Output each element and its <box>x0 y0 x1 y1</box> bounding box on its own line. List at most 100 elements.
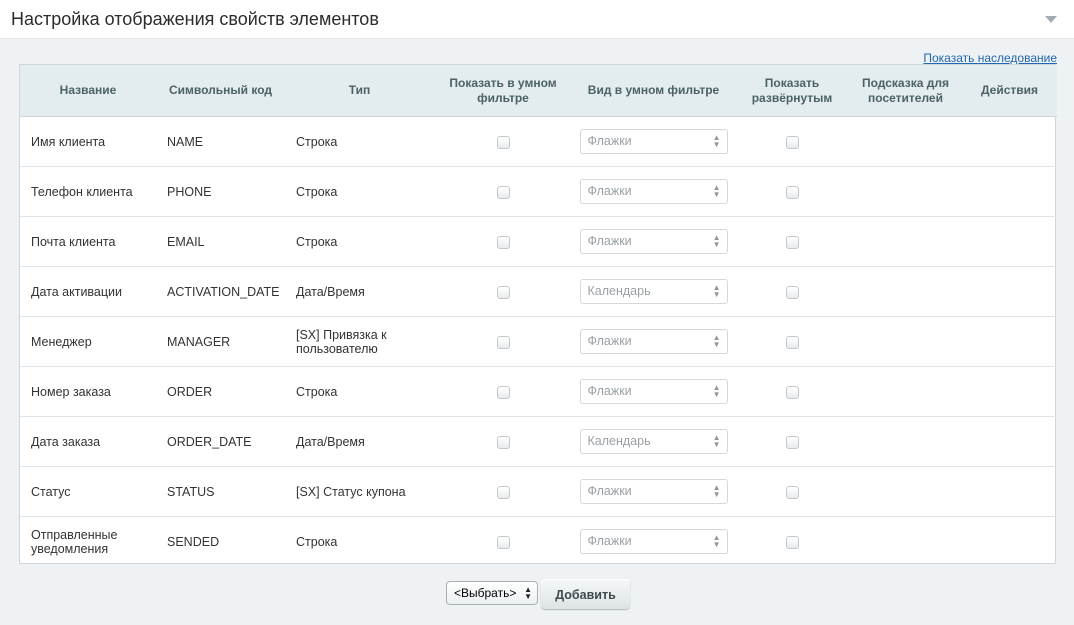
show-expanded-cell <box>735 216 849 267</box>
show-in-filter-checkbox[interactable] <box>496 535 510 549</box>
table-header-row: Название Символьный код Тип Показать в у… <box>20 65 1057 117</box>
filter-view-value: Флажки <box>587 234 632 248</box>
property-name: Статус <box>20 466 156 517</box>
property-type: Строка <box>285 366 434 417</box>
property-code: PHONE <box>156 166 285 217</box>
filter-view-value: Флажки <box>587 484 632 498</box>
hint-cell <box>849 416 962 467</box>
filter-view-select[interactable]: Флажки ▲ ▼ <box>579 229 728 254</box>
property-type: Строка <box>285 516 434 566</box>
show-in-filter-checkbox[interactable] <box>496 185 510 199</box>
actions-cell <box>962 416 1057 467</box>
property-type: Строка <box>285 166 434 217</box>
property-name: Менеджер <box>20 316 156 367</box>
show-in-filter-checkbox[interactable] <box>496 235 510 249</box>
show-in-filter-checkbox[interactable] <box>496 385 510 399</box>
property-type: Строка <box>285 216 434 267</box>
filter-view-select[interactable]: Флажки ▲ ▼ <box>579 129 728 154</box>
property-name: Имя клиента <box>31 134 106 149</box>
updown-arrows-icon: ▲ ▼ <box>524 585 532 601</box>
show-in-filter-cell <box>434 466 572 517</box>
filter-view-select[interactable]: Флажки ▲ ▼ <box>579 329 728 354</box>
filter-view-value: Флажки <box>587 384 632 398</box>
show-expanded-checkbox[interactable] <box>785 185 799 199</box>
filter-view-cell: Флажки ▲ ▼ <box>572 216 735 267</box>
show-expanded-checkbox[interactable] <box>785 485 799 499</box>
collapse-arrow-icon[interactable] <box>1045 16 1057 23</box>
show-in-filter-checkbox[interactable] <box>496 285 510 299</box>
show-in-filter-cell <box>434 117 572 167</box>
show-expanded-checkbox[interactable] <box>785 335 799 349</box>
filter-view-select[interactable]: Флажки ▲ ▼ <box>579 479 728 504</box>
property-name: Дата заказа <box>20 416 156 467</box>
filter-view-cell: Флажки ▲ ▼ <box>572 516 735 566</box>
actions-cell <box>962 166 1057 217</box>
filter-view-select[interactable]: Флажки ▲ ▼ <box>579 379 728 404</box>
table-row: Имя клиента NAME Строка Флажки ▲ ▼ <box>20 117 1057 167</box>
page-title: Настройка отображения свойств элементов <box>11 9 379 29</box>
show-in-filter-cell <box>434 366 572 417</box>
show-in-filter-checkbox[interactable] <box>496 435 510 449</box>
show-expanded-checkbox[interactable] <box>785 285 799 299</box>
column-header-actions: Действия <box>962 65 1057 117</box>
updown-arrows-icon: ▲ ▼ <box>712 183 721 199</box>
property-code: ACTIVATION_DATE <box>156 266 285 317</box>
show-in-filter-checkbox[interactable] <box>496 485 510 499</box>
properties-table: Название Символьный код Тип Показать в у… <box>19 64 1057 566</box>
property-code: MANAGER <box>156 316 285 367</box>
show-expanded-checkbox[interactable] <box>785 535 799 549</box>
filter-view-cell: Календарь ▲ ▼ <box>572 416 735 467</box>
show-expanded-checkbox[interactable] <box>785 135 799 149</box>
filter-view-select[interactable]: Календарь ▲ ▼ <box>579 279 728 304</box>
show-in-filter-cell <box>434 516 572 566</box>
show-inheritance-link[interactable]: Показать наследование <box>923 51 1057 65</box>
filter-view-value: Флажки <box>587 534 632 548</box>
actions-cell <box>962 516 1057 566</box>
property-name: Дата активации <box>20 266 156 317</box>
hint-cell <box>849 117 962 167</box>
property-type: Дата/Время <box>285 266 434 317</box>
updown-arrows-icon: ▲ ▼ <box>712 233 721 249</box>
updown-arrows-icon: ▲ ▼ <box>712 283 721 299</box>
property-code: ORDER_DATE <box>156 416 285 467</box>
updown-arrows-icon: ▲ ▼ <box>712 133 721 149</box>
show-expanded-cell <box>735 466 849 517</box>
show-in-filter-cell <box>434 316 572 367</box>
show-in-filter-cell <box>434 166 572 217</box>
actions-cell <box>962 266 1057 317</box>
filter-view-select[interactable]: Флажки ▲ ▼ <box>579 529 728 554</box>
column-header-name: Название <box>20 65 156 117</box>
updown-arrows-icon: ▲ ▼ <box>712 533 721 549</box>
table-row: Почта клиента EMAIL Строка Флажки ▲ ▼ <box>20 216 1057 267</box>
property-code: SENDED <box>156 516 285 566</box>
property-name: Отправленные уведомления <box>20 516 156 566</box>
filter-view-value: Флажки <box>587 184 632 198</box>
show-in-filter-checkbox[interactable] <box>496 135 510 149</box>
show-expanded-checkbox[interactable] <box>785 235 799 249</box>
property-type: [SX] Привязка к пользователю <box>285 316 434 367</box>
column-header-hint: Подсказка для посетителей <box>849 65 962 117</box>
hint-cell <box>849 366 962 417</box>
updown-arrows-icon: ▲ ▼ <box>712 383 721 399</box>
property-select[interactable]: <Выбрать> ▲ ▼ <box>446 581 538 605</box>
filter-view-value: Календарь <box>587 434 651 448</box>
filter-view-select[interactable]: Календарь ▲ ▼ <box>579 429 728 454</box>
show-expanded-cell <box>735 266 849 317</box>
property-code: EMAIL <box>156 216 285 267</box>
show-expanded-cell <box>735 416 849 467</box>
table-row: Номер заказа ORDER Строка Флажки ▲ ▼ <box>20 366 1057 417</box>
add-button[interactable]: Добавить <box>541 579 630 609</box>
property-code: NAME <box>167 134 204 149</box>
column-header-code: Символьный код <box>156 65 285 117</box>
show-expanded-cell <box>735 516 849 566</box>
filter-view-select[interactable]: Флажки ▲ ▼ <box>579 179 728 204</box>
column-header-filter-view: Вид в умном фильтре <box>572 65 735 117</box>
show-expanded-checkbox[interactable] <box>785 385 799 399</box>
hint-cell <box>849 216 962 267</box>
show-expanded-checkbox[interactable] <box>785 435 799 449</box>
show-expanded-cell <box>735 166 849 217</box>
filter-view-cell: Флажки ▲ ▼ <box>572 166 735 217</box>
show-in-filter-checkbox[interactable] <box>496 335 510 349</box>
table-row: Телефон клиента PHONE Строка Флажки ▲ ▼ <box>20 166 1057 217</box>
show-expanded-cell <box>735 316 849 367</box>
